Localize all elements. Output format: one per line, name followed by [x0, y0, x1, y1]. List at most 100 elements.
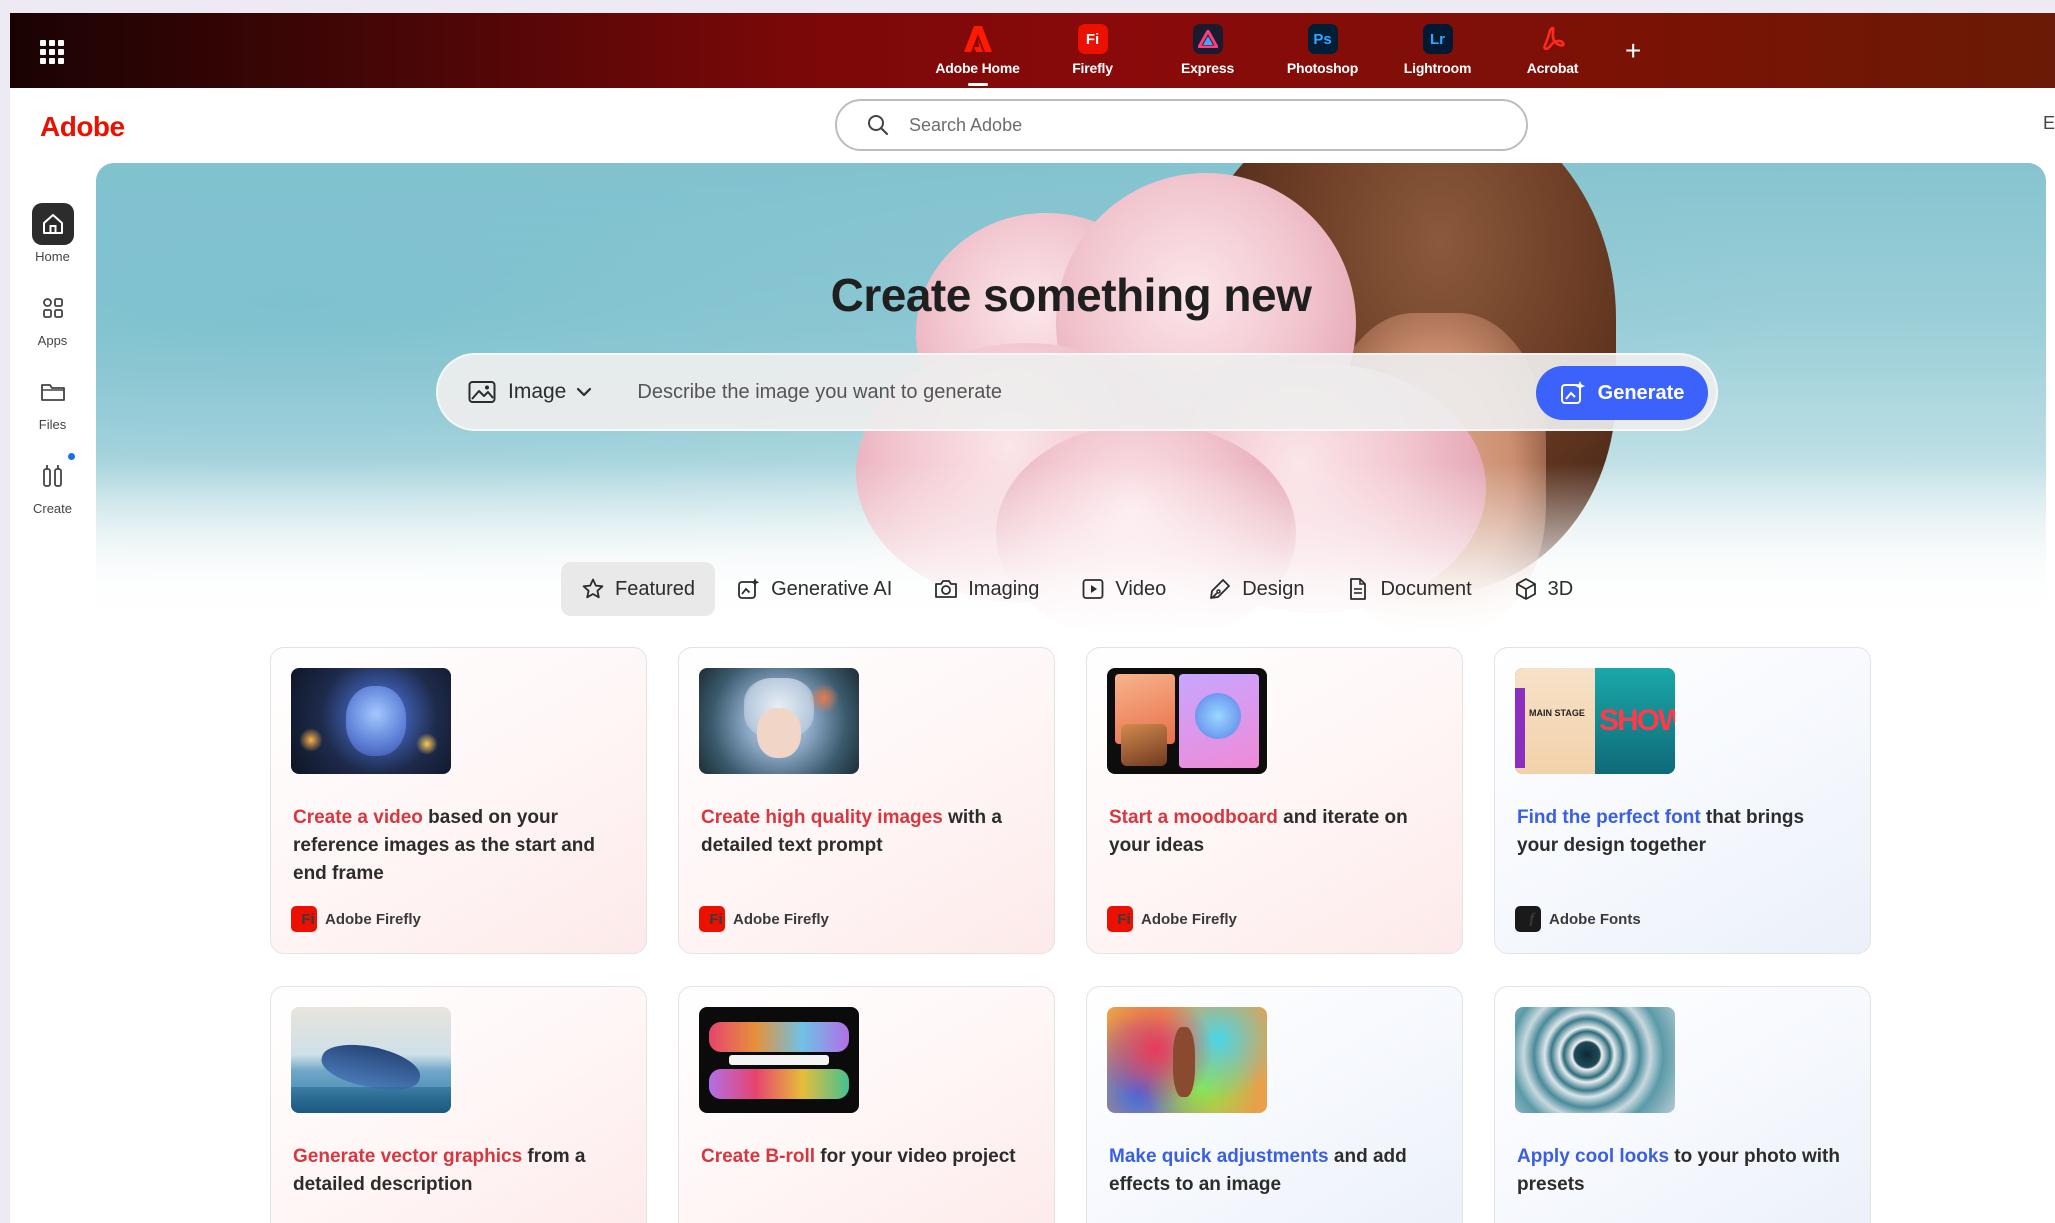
tab-label: 3D [1547, 577, 1574, 600]
lightroom-icon: Lr [1422, 24, 1453, 54]
generate-button[interactable]: Generate [1536, 366, 1708, 420]
product-tag: f Adobe Fonts [1515, 906, 1641, 932]
tab-video[interactable]: Video [1061, 562, 1186, 616]
card-description: Make quick adjustments and add effects t… [1109, 1146, 1407, 1195]
tab-imaging[interactable]: Imaging [914, 562, 1059, 616]
app-photoshop[interactable]: Ps Photoshop [1265, 21, 1380, 87]
nav-home[interactable]: Home [10, 203, 95, 287]
product-name: Adobe Firefly [733, 910, 829, 928]
thumbnail-festival-poster: MAIN STAGE SHOW [1515, 668, 1675, 774]
tab-3d[interactable]: 3D [1494, 562, 1594, 616]
app-firefly[interactable]: Fi Firefly [1035, 21, 1150, 87]
tab-featured[interactable]: Featured [561, 562, 716, 616]
adobe-a-icon [963, 24, 993, 54]
card-quick-adjustments[interactable]: Make quick adjustments and add effects t… [1086, 986, 1463, 1223]
app-label: Firefly [1072, 60, 1113, 76]
card-description: Find the perfect font that brings your d… [1517, 807, 1805, 856]
card-highlight-link[interactable]: Start a moodboard [1109, 807, 1278, 828]
prompt-input[interactable] [637, 380, 1438, 404]
tab-label: Generative AI [771, 577, 893, 600]
card-start-moodboard[interactable]: Start a moodboard and iterate on your id… [1086, 647, 1463, 954]
card-description: Create a video based on your reference i… [293, 807, 596, 884]
app-lightroom[interactable]: Lr Lightroom [1380, 21, 1495, 87]
product-tag: Fi Adobe Firefly [699, 906, 829, 932]
card-find-font[interactable]: MAIN STAGE SHOW Find the perfect font th… [1494, 647, 1871, 954]
firefly-icon: Fi [699, 906, 725, 932]
app-switcher-bar: Adobe Home Fi Firefly Express Ps Photosh… [10, 13, 2055, 88]
chevron-down-icon [577, 387, 592, 397]
category-tabs: Featured Generative AI Imaging Video Des… [561, 562, 1595, 616]
card-description: Start a moodboard and iterate on your id… [1109, 807, 1408, 856]
app-adobe-home[interactable]: Adobe Home [920, 21, 1035, 87]
document-icon [1350, 578, 1367, 600]
adobe-logo[interactable]: Adobe [40, 111, 125, 143]
generate-sparkle-icon [1560, 381, 1585, 404]
star-icon [582, 578, 604, 599]
product-tag: Fi Adobe Firefly [291, 906, 421, 932]
content-type-label: Image [508, 380, 567, 403]
nav-label: Home [35, 249, 70, 264]
nav-create[interactable]: Create [10, 453, 95, 539]
search-icon [868, 115, 889, 136]
nav-apps[interactable]: Apps [10, 287, 95, 371]
tab-design[interactable]: Design [1188, 562, 1324, 616]
product-tag: Fi Adobe Firefly [1107, 906, 1237, 932]
content-type-dropdown[interactable]: Image [468, 380, 592, 404]
card-highlight-link[interactable]: Generate vector graphics [293, 1146, 522, 1167]
card-description: Generate vector graphics from a detailed… [293, 1146, 586, 1195]
product-name: Adobe Firefly [325, 910, 421, 928]
firefly-icon: Fi [1107, 906, 1133, 932]
card-highlight-link[interactable]: Create high quality images [701, 807, 943, 828]
acrobat-icon [1538, 24, 1568, 54]
app-label: Acrobat [1526, 60, 1579, 76]
adobe-fonts-icon: f [1515, 906, 1541, 932]
folder-icon [32, 371, 74, 413]
nav-files[interactable]: Files [10, 371, 95, 455]
generative-ai-icon [738, 578, 760, 599]
app-launcher-grid-icon[interactable] [40, 40, 64, 64]
card-create-video[interactable]: Create a video based on your reference i… [270, 647, 647, 954]
card-highlight-link[interactable]: Create B-roll [701, 1146, 815, 1167]
thumbnail-color-powder [1107, 1007, 1267, 1113]
tab-generative-ai[interactable]: Generative AI [717, 562, 912, 616]
add-app-button[interactable]: + [1625, 35, 1641, 67]
card-description: Apply cool looks to your photo with pres… [1517, 1146, 1840, 1195]
nav-label: Create [32, 501, 73, 516]
nav-label: Files [38, 417, 67, 432]
express-icon [1192, 24, 1223, 54]
notification-dot [68, 453, 75, 460]
thumbnail-spiral-staircase [1515, 1007, 1675, 1113]
card-description: Create high quality images with a detail… [701, 807, 1002, 856]
card-highlight-link[interactable]: Apply cool looks [1517, 1146, 1669, 1167]
card-create-broll[interactable]: Create B-roll for your video project [678, 986, 1055, 1223]
product-name: Adobe Fonts [1549, 910, 1641, 928]
card-highlight-link[interactable]: Create a video [293, 807, 423, 828]
card-apply-looks[interactable]: Apply cool looks to your photo with pres… [1494, 986, 1871, 1223]
card-description: Create B-roll for your video project [701, 1146, 1016, 1167]
thumbnail-anime-portrait [699, 668, 859, 774]
search-input[interactable] [909, 114, 1459, 136]
tab-label: Design [1242, 577, 1305, 600]
card-highlight-link[interactable]: Make quick adjustments [1109, 1146, 1329, 1167]
app-strip: Adobe Home Fi Firefly Express Ps Photosh… [920, 21, 1610, 87]
cube-icon [1515, 578, 1536, 600]
app-label: Lightroom [1403, 60, 1472, 76]
generate-prompt-bar: Image Generate [436, 353, 1718, 431]
app-label: Adobe Home [935, 60, 1020, 76]
hero-title: Create something new [830, 269, 1312, 321]
app-label: Express [1180, 60, 1235, 76]
pen-icon [1210, 579, 1231, 599]
card-create-images[interactable]: Create high quality images with a detail… [678, 647, 1055, 954]
card-highlight-link[interactable]: Find the perfect font [1517, 807, 1701, 828]
thumbnail-broll-graffiti [699, 1007, 859, 1113]
thumbnail-moodboard [1107, 668, 1267, 774]
create-icon [32, 455, 74, 497]
image-icon [468, 381, 496, 403]
thumbnail-whale-vector [291, 1007, 451, 1113]
app-acrobat[interactable]: Acrobat [1495, 21, 1610, 87]
tab-label: Imaging [968, 577, 1040, 600]
app-express[interactable]: Express [1150, 21, 1265, 87]
firefly-icon: Fi [291, 906, 317, 932]
card-generate-vector[interactable]: Generate vector graphics from a detailed… [270, 986, 647, 1223]
tab-document[interactable]: Document [1326, 562, 1491, 616]
